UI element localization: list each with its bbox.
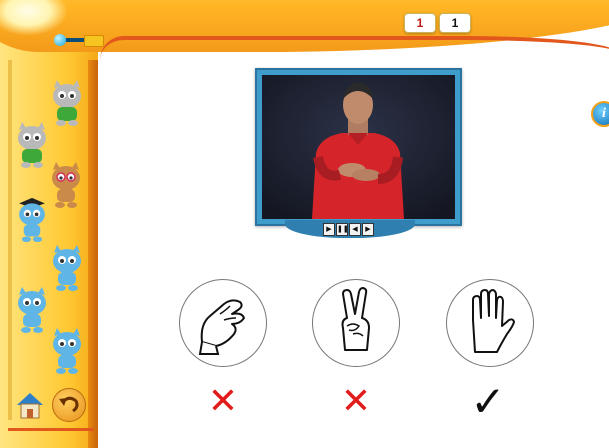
wrong-icon: ✕	[340, 381, 372, 422]
sidebar-creature[interactable]	[12, 287, 52, 333]
video-player[interactable]	[255, 68, 462, 226]
forward-icon[interactable]: ▶	[362, 223, 374, 236]
hand-sign-pinch-icon	[198, 299, 245, 355]
top-bar-glow	[0, 0, 68, 36]
sidebar-creature[interactable]	[12, 196, 52, 242]
sidebar	[0, 0, 98, 448]
pencil-icon	[84, 35, 104, 47]
info-button[interactable]: i	[591, 101, 609, 127]
choice-hand-sign-3[interactable]	[446, 279, 534, 367]
slider-knob[interactable]	[54, 34, 66, 46]
rewind-icon[interactable]: ◀	[349, 223, 361, 236]
wrong-icon: ✕	[207, 381, 239, 422]
top-bar	[0, 0, 609, 60]
video-screen[interactable]	[262, 75, 455, 219]
signer-video-frame	[262, 75, 455, 219]
sidebar-creature[interactable]	[47, 245, 87, 291]
top-bar-curve	[100, 36, 609, 60]
choice-hand-sign-2[interactable]	[312, 279, 400, 367]
sidebar-border	[88, 60, 98, 448]
back-button[interactable]	[52, 388, 86, 422]
hand-sign-v-icon	[341, 287, 370, 351]
sidebar-creature[interactable]	[47, 80, 87, 126]
video-controls: ▶ ❚❚ ◀ ▶	[285, 220, 415, 238]
home-icon[interactable]	[15, 391, 45, 419]
pause-icon[interactable]: ❚❚	[336, 223, 349, 236]
play-icon[interactable]: ▶	[323, 223, 335, 236]
sidebar-creature[interactable]	[46, 162, 86, 208]
bottom-divider	[8, 428, 94, 431]
sidebar-creature[interactable]	[47, 328, 87, 374]
pencil-slider[interactable]	[54, 34, 104, 47]
correct-icon: ✓	[470, 377, 506, 426]
score-counter-wrong: 1	[404, 13, 436, 33]
hand-sign-flat-icon	[472, 289, 515, 353]
back-arrow-icon	[59, 396, 79, 413]
choice-hand-sign-1[interactable]	[179, 279, 267, 367]
score-counter-right: 1	[439, 13, 471, 33]
